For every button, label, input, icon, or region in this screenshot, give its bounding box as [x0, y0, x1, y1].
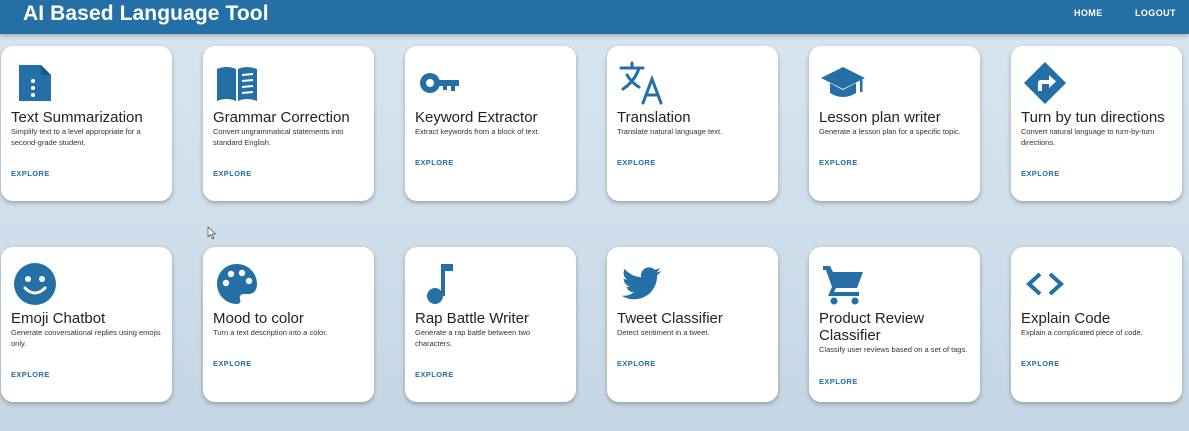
card-title: Lesson plan writer — [819, 109, 941, 126]
card-description: Convert ungrammatical statements into st… — [213, 127, 344, 147]
open-book-icon — [215, 61, 259, 105]
key-icon — [417, 61, 461, 105]
card-title: Product Review Classifier — [819, 310, 925, 344]
card-rap-battle-writer[interactable]: Rap Battle Writer Generate a rap battle … — [405, 247, 576, 402]
tool-card-grid: Text Summarization Simplify text to a le… — [0, 0, 1189, 431]
card-description: Turn a text description into a color. — [213, 328, 328, 337]
explore-button[interactable]: EXPLORE — [1021, 169, 1060, 178]
mouse-cursor-icon — [207, 226, 217, 240]
card-turn-by-turn-directions[interactable]: Turn by tun directions Convert natural l… — [1011, 46, 1182, 201]
explore-button[interactable]: EXPLORE — [819, 377, 858, 386]
card-title: Emoji Chatbot — [11, 310, 106, 327]
palette-icon — [215, 262, 259, 306]
document-list-icon — [13, 61, 57, 105]
directions-icon — [1023, 61, 1067, 105]
card-lesson-plan-writer[interactable]: Lesson plan writer Generate a lesson pla… — [809, 46, 980, 201]
card-description: Classify user reviews based on a set of … — [819, 345, 968, 354]
card-title: Turn by tun directions — [1021, 109, 1165, 126]
card-text-summarization[interactable]: Text Summarization Simplify text to a le… — [1, 46, 172, 201]
explore-button[interactable]: EXPLORE — [213, 169, 252, 178]
smiley-face-icon — [13, 262, 57, 306]
explore-button[interactable]: EXPLORE — [213, 359, 252, 368]
card-title: Mood to color — [213, 310, 304, 327]
card-description: Generate conversational replies using em… — [11, 328, 161, 348]
card-explain-code[interactable]: Explain Code Explain a complicated piece… — [1011, 247, 1182, 402]
card-description: Extract keywords from a block of text. — [415, 127, 540, 136]
card-keyword-extractor[interactable]: Keyword Extractor Extract keywords from … — [405, 46, 576, 201]
card-grammar-correction[interactable]: Grammar Correction Convert ungrammatical… — [203, 46, 374, 201]
card-title: Text Summarization — [11, 109, 143, 126]
card-product-review-classifier[interactable]: Product Review Classifier Classify user … — [809, 247, 980, 402]
card-title: Rap Battle Writer — [415, 310, 529, 327]
card-translation[interactable]: Translation Translate natural language t… — [607, 46, 778, 201]
explore-button[interactable]: EXPLORE — [11, 169, 50, 178]
card-emoji-chatbot[interactable]: Emoji Chatbot Generate conversational re… — [1, 247, 172, 402]
explore-button[interactable]: EXPLORE — [415, 158, 454, 167]
explore-button[interactable]: EXPLORE — [1021, 359, 1060, 368]
card-title: Translation — [617, 109, 691, 126]
card-title: Explain Code — [1021, 310, 1111, 327]
card-title: Tweet Classifier — [617, 310, 723, 327]
card-description: Translate natural language text. — [617, 127, 723, 136]
explore-button[interactable]: EXPLORE — [11, 370, 50, 379]
explore-button[interactable]: EXPLORE — [617, 359, 656, 368]
card-description: Detect sentiment in a tweet. — [617, 328, 710, 337]
card-description: Generate a lesson plan for a specific to… — [819, 127, 961, 136]
music-note-icon — [417, 262, 461, 306]
explore-button[interactable]: EXPLORE — [819, 158, 858, 167]
translate-icon — [619, 61, 663, 105]
card-tweet-classifier[interactable]: Tweet Classifier Detect sentiment in a t… — [607, 247, 778, 402]
graduation-cap-icon — [821, 61, 865, 105]
card-description: Convert natural language to turn-by-turn… — [1021, 127, 1155, 147]
code-brackets-icon — [1023, 262, 1067, 306]
twitter-bird-icon — [619, 262, 663, 306]
card-description: Generate a rap battle between two charac… — [415, 328, 531, 348]
shopping-cart-icon — [821, 262, 865, 306]
card-title: Keyword Extractor — [415, 109, 538, 126]
explore-button[interactable]: EXPLORE — [617, 158, 656, 167]
card-description: Explain a complicated piece of code. — [1021, 328, 1143, 337]
card-description: Simplify text to a level appropriate for… — [11, 127, 141, 147]
explore-button[interactable]: EXPLORE — [415, 370, 454, 379]
card-mood-to-color[interactable]: Mood to color Turn a text description in… — [203, 247, 374, 402]
card-title: Grammar Correction — [213, 109, 350, 126]
